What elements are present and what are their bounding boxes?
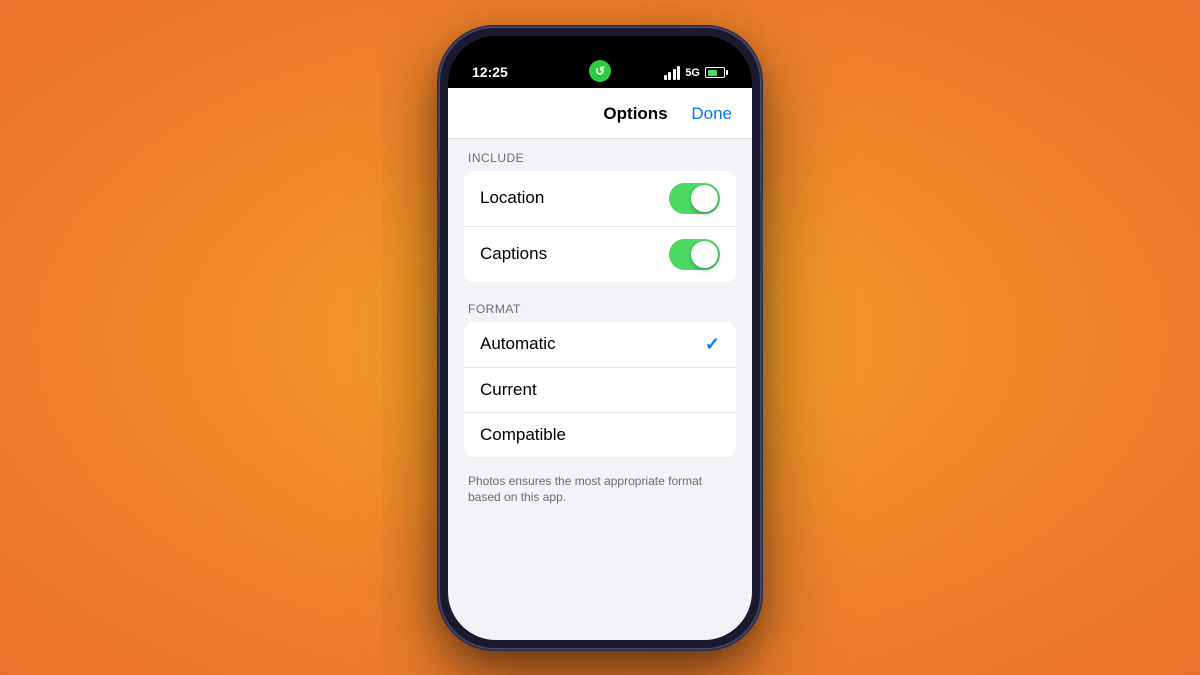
mute-button [437, 148, 440, 180]
captions-row: Captions [464, 227, 736, 282]
format-section-label: FORMAT [448, 290, 752, 322]
status-icons: 5G [664, 66, 728, 80]
location-toggle[interactable] [669, 183, 720, 214]
options-sheet: Options Done INCLUDE Location Captions [448, 88, 752, 640]
format-current-label: Current [480, 380, 537, 400]
location-row: Location [464, 171, 736, 227]
captions-toggle[interactable] [669, 239, 720, 270]
sheet-header: Options Done [448, 88, 752, 139]
toggle-knob-captions [691, 241, 718, 268]
phone-screen: 12:25 ↺ 5G [448, 36, 752, 640]
format-automatic[interactable]: Automatic ✓ [464, 322, 736, 368]
status-bar: 12:25 ↺ 5G [448, 36, 752, 88]
format-automatic-label: Automatic [480, 334, 556, 354]
format-compatible-label: Compatible [480, 425, 566, 445]
power-button [760, 193, 763, 273]
format-group: Automatic ✓ Current Compatible [464, 322, 736, 457]
format-hint: Photos ensures the most appropriate form… [448, 465, 752, 519]
sheet-title: Options [580, 104, 692, 124]
battery-icon [705, 67, 728, 78]
volume-down-button [437, 260, 440, 315]
location-label: Location [480, 188, 544, 208]
done-button[interactable]: Done [691, 104, 732, 124]
screen-content: 12:25 ↺ 5G [448, 36, 752, 640]
signal-bars [664, 66, 681, 80]
automatic-checkmark: ✓ [705, 334, 720, 355]
volume-up-button [437, 193, 440, 248]
toggle-knob-location [691, 185, 718, 212]
include-group: Location Captions [464, 171, 736, 282]
format-current[interactable]: Current [464, 368, 736, 413]
battery-fill [708, 70, 718, 76]
battery-tip [726, 70, 728, 75]
battery-body [705, 67, 725, 78]
network-type: 5G [685, 67, 700, 79]
captions-label: Captions [480, 244, 547, 264]
phone-mockup: 12:25 ↺ 5G [440, 28, 760, 648]
include-section-label: INCLUDE [448, 139, 752, 171]
format-compatible[interactable]: Compatible [464, 413, 736, 457]
active-app-icon: ↺ [589, 60, 611, 82]
